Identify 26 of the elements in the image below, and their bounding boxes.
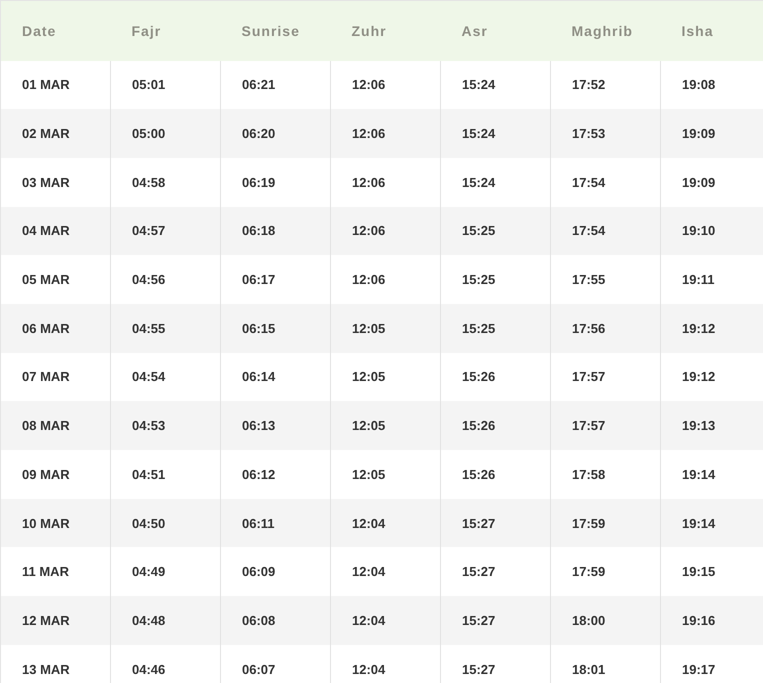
table-cell: 19:13 — [660, 401, 763, 450]
table-cell: 19:12 — [660, 304, 763, 353]
table-cell: 19:15 — [660, 547, 763, 596]
column-header: Zuhr — [330, 0, 440, 60]
table-cell: 19:11 — [660, 255, 763, 304]
column-header: Asr — [440, 0, 550, 60]
table-cell: 04:46 — [110, 644, 220, 683]
table-cell: 19:12 — [660, 352, 763, 402]
table-cell: 18:01 — [550, 644, 660, 683]
table-cell: 19:14 — [660, 450, 763, 499]
table-cell: 06:07 — [220, 644, 330, 683]
table-cell: 19:09 — [660, 158, 763, 207]
column-header: Isha — [660, 0, 763, 60]
table-cell: 19:08 — [660, 60, 763, 110]
table-cell: 19:16 — [660, 596, 763, 645]
column-header: Maghrib — [550, 0, 660, 60]
table-cell: 13 MAR — [0, 644, 110, 683]
table-cell: 19:17 — [660, 644, 763, 683]
table-cell: 19:14 — [660, 498, 763, 548]
table-cell: 19:09 — [660, 109, 763, 158]
table-cell: 12:04 — [330, 644, 440, 683]
table-cell: 19:10 — [660, 206, 763, 256]
column-header: Fajr — [110, 0, 220, 60]
column-header: Date — [0, 0, 110, 60]
column-header: Sunrise — [220, 0, 330, 60]
table-cell: 15:27 — [440, 644, 550, 683]
